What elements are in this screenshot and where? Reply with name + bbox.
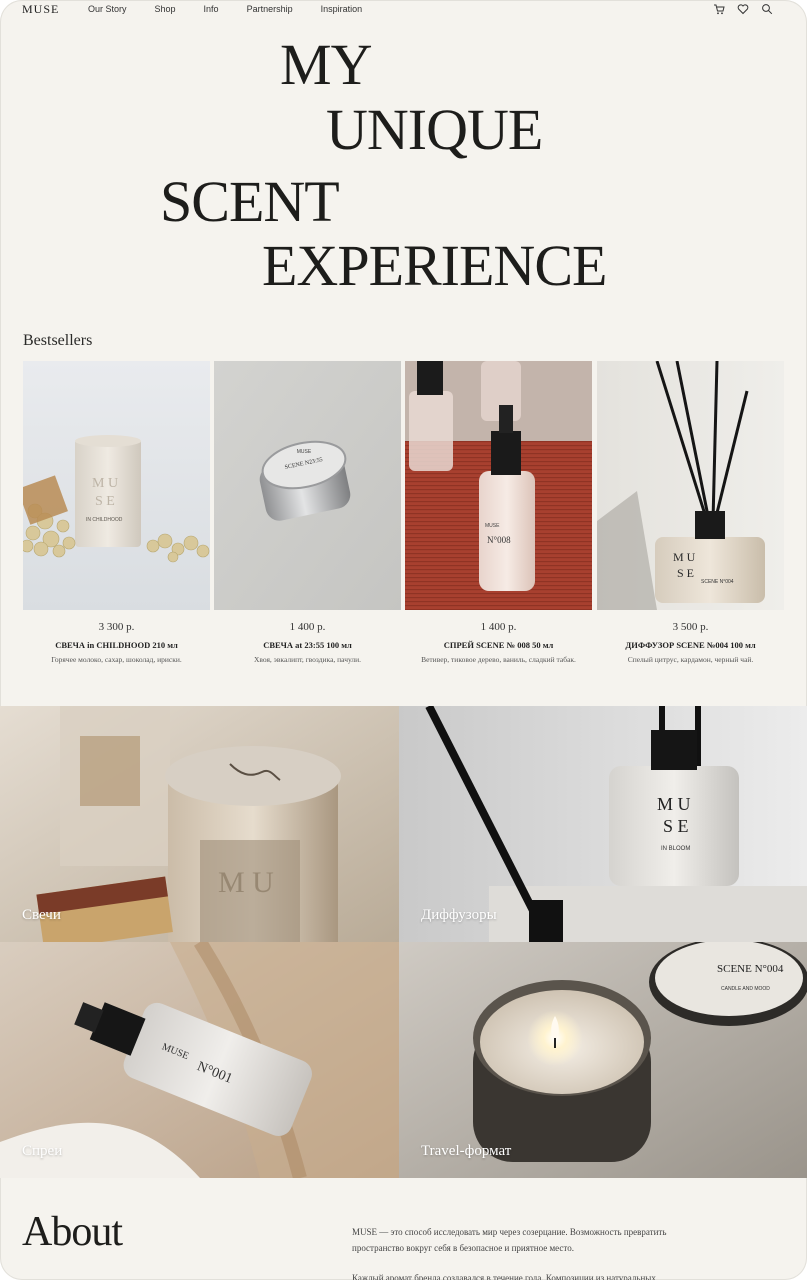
hero-line-2: UNIQUE [326,97,543,162]
about-paragraph-1: MUSE — это способ исследовать мир через … [352,1227,667,1253]
category-diffusers[interactable]: M U S E IN BLOOM Диффузоры [399,706,807,942]
heart-icon[interactable] [737,3,749,15]
category-candles[interactable]: M U Свечи [0,706,399,942]
diffuser-cat-muse-1: M U [657,794,691,814]
product-label-004: SCENE N°004 [701,579,734,585]
category-label-sprays[interactable]: Спреи [22,1143,62,1160]
product-price: 3 300 р. [98,621,135,633]
about-paragraph-2: Каждый аромат бренда создавался в течени… [352,1273,656,1280]
product-label-childhood: IN CHILDHOOD [86,517,123,523]
svg-text:M U: M U [92,476,118,491]
product-price: 1 400 р. [480,621,517,633]
site-logo[interactable]: MUSE [22,2,59,17]
hero-line-1: MY [280,32,372,97]
diffuser-cat-label: IN BLOOM [661,846,690,852]
travel-tin-sub: CANDLE AND MOOD [721,986,770,992]
diffuser-muse-1: M U [673,550,696,564]
about-text: MUSE — это способ исследовать мир через … [352,1224,712,1280]
nav-partnership[interactable]: Partnership [247,4,293,14]
page-frame: MUSE Our Story Shop Info Partnership Ins… [0,0,807,1280]
product-name[interactable]: СПРЕЙ SCENE № 008 50 мл [405,640,592,650]
product-image-diffuser-004[interactable]: M U S E SCENE N°004 [597,361,784,610]
nav-inspiration[interactable]: Inspiration [321,4,363,14]
nav-info[interactable]: Info [204,4,219,14]
nav-our-story[interactable]: Our Story [88,4,127,14]
category-label-travel[interactable]: Travel-формат [421,1143,511,1160]
product-card[interactable]: M U S E SCENE N°004 3 500 р. ДИФФУЗОР SC… [597,361,784,664]
hero-line-3: SCENT [160,169,340,234]
bestsellers-title: Bestsellers [23,332,93,349]
product-name[interactable]: СВЕЧА at 23:55 100 мл [214,640,401,650]
product-price: 1 400 р. [289,621,326,633]
product-image-candle-childhood[interactable]: M U S E IN CHILDHOOD [23,361,210,610]
about-title: About [22,1209,123,1255]
travel-tin-label: SCENE N°004 [717,963,784,975]
product-image-spray-008[interactable]: MUSE N°008 [405,361,592,610]
product-image-candle-2355[interactable]: MUSE SCENE N23:55 [214,361,401,610]
category-travel[interactable]: SCENE N°004 CANDLE AND MOOD Travel-форма… [399,942,807,1178]
product-price: 3 500 р. [672,621,709,633]
diffuser-muse-2: S E [677,566,694,580]
cart-icon[interactable] [713,3,725,15]
site-header: MUSE Our Story Shop Info Partnership Ins… [0,0,807,18]
search-icon[interactable] [761,3,773,15]
header-icons [713,3,773,15]
svg-text:S E: S E [95,494,115,509]
tin-brand: MUSE [297,449,312,455]
product-notes: Горячее молоко, сахар, шоколад, ириски. [51,655,182,664]
candles-muse-mark: M U [218,866,274,899]
diffuser-cat-muse-2: S E [663,816,689,836]
product-label-008: N°008 [487,535,511,545]
category-label-candles[interactable]: Свечи [22,907,61,924]
product-notes: Спелый цитрус, кардамон, черный чай. [627,655,754,664]
product-card[interactable]: MUSE N°008 1 400 р. СПРЕЙ SCENE № 008 50… [405,361,592,664]
product-name[interactable]: ДИФФУЗОР SCENE №004 100 мл [597,640,784,650]
nav-shop[interactable]: Shop [155,4,176,14]
product-card[interactable]: MUSE SCENE N23:55 1 400 р. СВЕЧА at 23:5… [214,361,401,664]
product-card[interactable]: M U S E IN CHILDHOOD 3 300 р. СВЕЧА in C… [23,361,210,664]
category-label-diffusers[interactable]: Диффузоры [421,907,497,924]
spray-brand: MUSE [485,523,500,529]
product-notes: Хвоя, эвкалипт, гвоздика, пачули. [253,655,362,664]
hero-line-4: EXPERIENCE [262,233,607,298]
main-nav: Our Story Shop Info Partnership Inspirat… [88,4,362,14]
product-notes: Ветивер, тиковое дерево, ваниль, сладкий… [421,655,576,664]
product-name[interactable]: СВЕЧА in CHILDHOOD 210 мл [23,640,210,650]
category-sprays[interactable]: MUSE N°001 Спреи [0,942,399,1178]
